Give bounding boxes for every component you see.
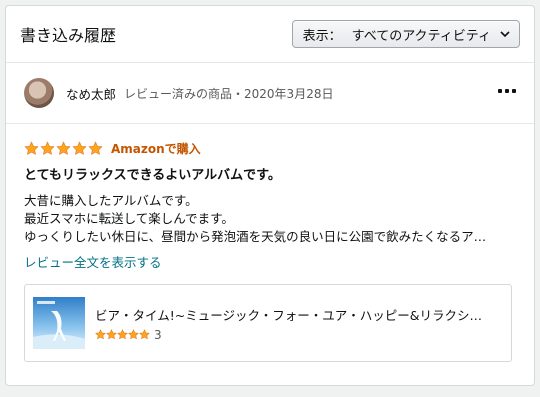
review-stars bbox=[24, 140, 103, 156]
reviewer-name[interactable]: なめ太郎 bbox=[66, 84, 116, 103]
star-icon bbox=[56, 140, 71, 155]
chevron-down-icon bbox=[500, 31, 510, 38]
more-options-icon[interactable] bbox=[498, 89, 516, 93]
star-icon bbox=[24, 140, 39, 155]
read-full-review-link[interactable]: レビュー全文を表示する bbox=[24, 252, 162, 271]
page-title: 書き込み履歴 bbox=[20, 26, 117, 45]
avatar[interactable] bbox=[24, 78, 54, 108]
star-icon bbox=[117, 329, 128, 340]
card-header: 書き込み履歴 表示： すべてのアクティビティ bbox=[6, 6, 534, 63]
review-text: 大昔に購入したアルバムです。 最近スマホに転送して楽しんでます。 ゆっくりしたい… bbox=[24, 192, 516, 246]
star-icon bbox=[106, 329, 117, 340]
verified-purchase-badge: Amazonで購入 bbox=[111, 141, 201, 156]
star-icon bbox=[95, 329, 106, 340]
star-icon bbox=[88, 140, 103, 155]
review-body: Amazonで購入 とてもリラックスできるよいアルバムです。 大昔に購入したアル… bbox=[6, 124, 534, 271]
star-icon bbox=[72, 140, 87, 155]
rating-count: 3 bbox=[154, 327, 162, 342]
product-info: ビア・タイム!~ミュージック・フォー・ユア・ハッピー&リラクシ… 3 bbox=[95, 305, 505, 342]
review-text-line: 大昔に購入したアルバムです。 bbox=[24, 193, 198, 208]
reviewer-row: なめ太郎 レビュー済みの商品・2020年3月28日 bbox=[6, 63, 534, 124]
filter-value: すべてのアクティビティ bbox=[351, 28, 491, 44]
activity-filter-dropdown[interactable]: 表示： すべてのアクティビティ bbox=[291, 20, 520, 48]
star-icon bbox=[40, 140, 55, 155]
review-text-line: 最近スマホに転送して楽しんでます。 bbox=[24, 211, 234, 226]
rating-row: Amazonで購入 bbox=[24, 138, 516, 158]
review-meta: レビュー済みの商品・2020年3月28日 bbox=[124, 86, 334, 101]
product-card[interactable]: ビア・タイム!~ミュージック・フォー・ユア・ハッピー&リラクシ… 3 bbox=[24, 284, 512, 362]
product-title[interactable]: ビア・タイム!~ミュージック・フォー・ユア・ハッピー&リラクシ… bbox=[95, 305, 505, 324]
star-icon bbox=[139, 329, 150, 340]
review-title: とてもリラックスできるよいアルバムです。 bbox=[24, 168, 281, 183]
filter-label: 表示： bbox=[302, 28, 342, 44]
star-icon bbox=[128, 329, 139, 340]
review-text-line: ゆっくりしたい休日に、昼間から発泡酒を天気の良い日に公園で飲みたくなるア… bbox=[24, 229, 487, 244]
product-rating[interactable]: 3 bbox=[95, 328, 505, 342]
album-cover-image[interactable] bbox=[33, 297, 85, 349]
